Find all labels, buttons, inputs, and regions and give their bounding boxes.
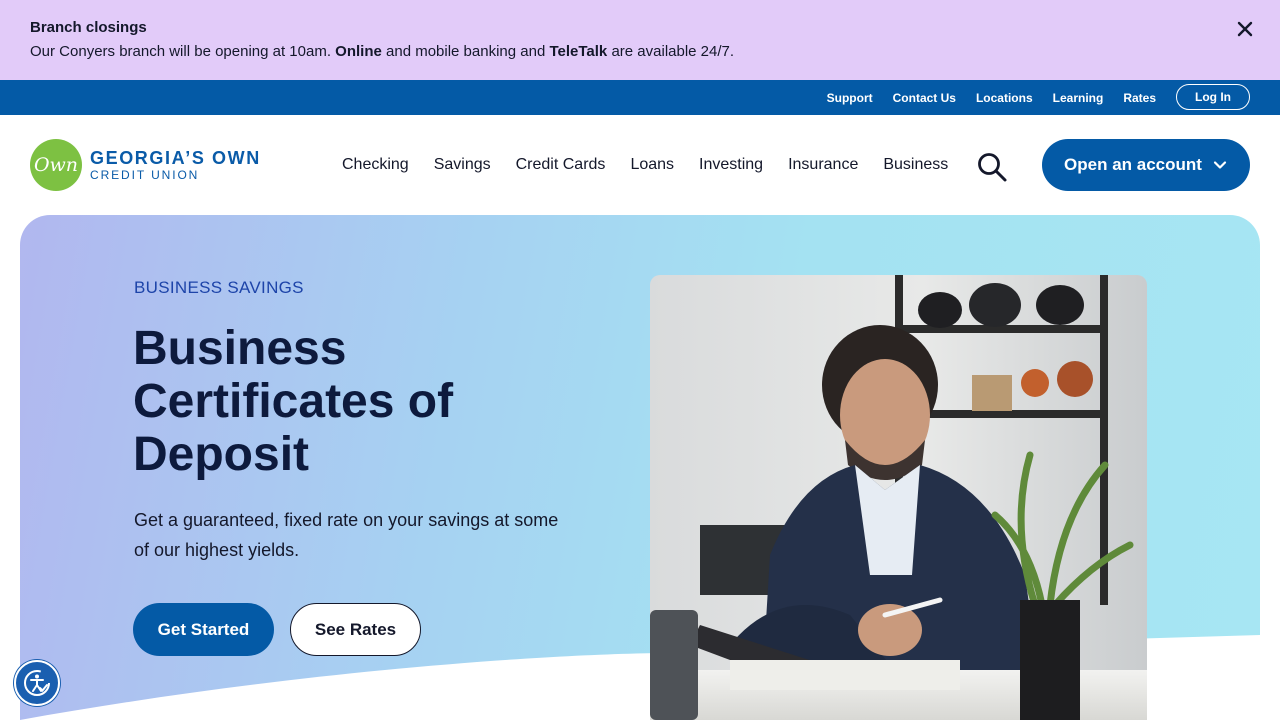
utility-links: Support Contact Us Locations Learning Ra… xyxy=(827,80,1156,115)
login-button[interactable]: Log In xyxy=(1176,84,1250,110)
alert-message-part: are available 24/7. xyxy=(607,43,735,60)
utility-link-support[interactable]: Support xyxy=(827,91,873,105)
open-account-button[interactable]: Open an account xyxy=(1042,139,1250,191)
alert-online-link[interactable]: Online xyxy=(335,43,382,60)
hero-photo xyxy=(650,275,1147,720)
utility-link-rates[interactable]: Rates xyxy=(1123,91,1156,105)
see-rates-button[interactable]: See Rates xyxy=(290,603,421,656)
main-navigation: Own GEORGIA’S OWN CREDIT UNION Checking … xyxy=(0,115,1280,215)
open-account-label: Open an account xyxy=(1064,155,1202,174)
nav-item-business[interactable]: Business xyxy=(883,156,948,174)
nav-item-savings[interactable]: Savings xyxy=(434,156,491,174)
accessibility-button[interactable] xyxy=(14,660,60,706)
nav-item-loans[interactable]: Loans xyxy=(630,156,674,174)
logo-line2: CREDIT UNION xyxy=(90,168,200,182)
alert-message-part: Our Conyers branch will be opening at 10… xyxy=(30,43,336,60)
site-logo[interactable]: Own GEORGIA’S OWN CREDIT UNION xyxy=(30,139,261,191)
alert-banner: Branch closings Our Conyers branch will … xyxy=(0,0,1280,80)
nav-item-investing[interactable]: Investing xyxy=(699,156,763,174)
alert-message: Our Conyers branch will be opening at 10… xyxy=(30,42,1250,61)
close-icon[interactable] xyxy=(1234,18,1256,40)
utility-bar: Support Contact Us Locations Learning Ra… xyxy=(0,80,1280,115)
nav-item-insurance[interactable]: Insurance xyxy=(788,156,858,174)
alert-title: Branch closings xyxy=(30,19,147,36)
get-started-button[interactable]: Get Started xyxy=(133,603,274,656)
hero-section: BUSINESS SAVINGS Business Certificates o… xyxy=(20,215,1260,720)
chevron-down-icon xyxy=(1213,161,1227,169)
nav-item-credit-cards[interactable]: Credit Cards xyxy=(516,156,606,174)
alert-message-part: and mobile banking and xyxy=(381,43,550,60)
hero-title: Business Certificates of Deposit xyxy=(133,322,454,481)
utility-link-learning[interactable]: Learning xyxy=(1053,91,1104,105)
nav-item-checking[interactable]: Checking xyxy=(342,156,409,174)
hero-description: Get a guaranteed, fixed rate on your sav… xyxy=(134,510,559,560)
utility-link-contact-us[interactable]: Contact Us xyxy=(893,91,956,105)
logo-mark: Own xyxy=(30,139,82,191)
nav-menu: Checking Savings Credit Cards Loans Inve… xyxy=(342,115,973,215)
search-icon[interactable] xyxy=(976,151,1008,183)
accessibility-icon xyxy=(24,670,50,696)
hero-eyebrow: BUSINESS SAVINGS xyxy=(134,278,304,297)
alert-teletalk-link[interactable]: TeleTalk xyxy=(549,43,607,60)
utility-link-locations[interactable]: Locations xyxy=(976,91,1033,105)
logo-wordmark: GEORGIA’S OWN CREDIT UNION xyxy=(90,148,261,182)
logo-line1: GEORGIA’S OWN xyxy=(90,148,261,168)
